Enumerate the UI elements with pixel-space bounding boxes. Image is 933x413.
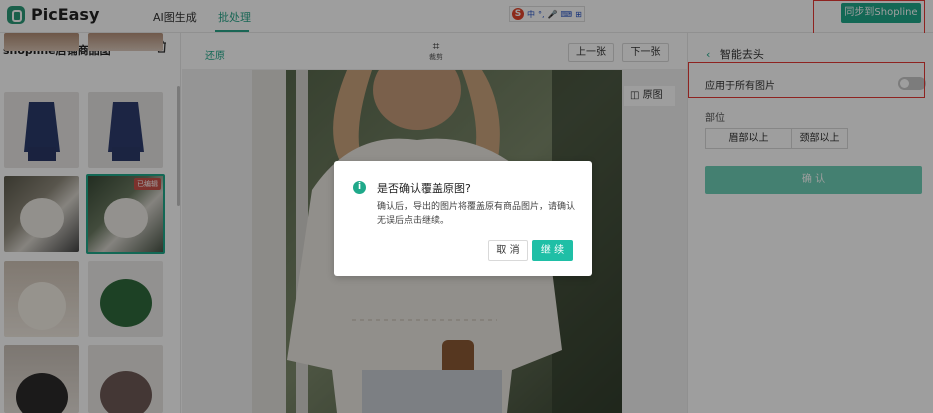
cancel-button[interactable]: 取 消 xyxy=(488,240,528,261)
app-root: PicEasy AI图生成 批处理 S 中 °, 🎤 ⌨ ⊞ 同步到Shopli… xyxy=(0,0,933,413)
confirm-dialog: i 是否确认覆盖原图? 确认后，导出的图片将覆盖原有商品图片，请确认无误后点击继… xyxy=(334,161,592,276)
dialog-title: 是否确认覆盖原图? xyxy=(377,182,471,195)
continue-button[interactable]: 继 续 xyxy=(532,240,573,261)
info-icon: i xyxy=(353,181,366,194)
dialog-message: 确认后，导出的图片将覆盖原有商品图片，请确认无误后点击继续。 xyxy=(377,202,576,226)
